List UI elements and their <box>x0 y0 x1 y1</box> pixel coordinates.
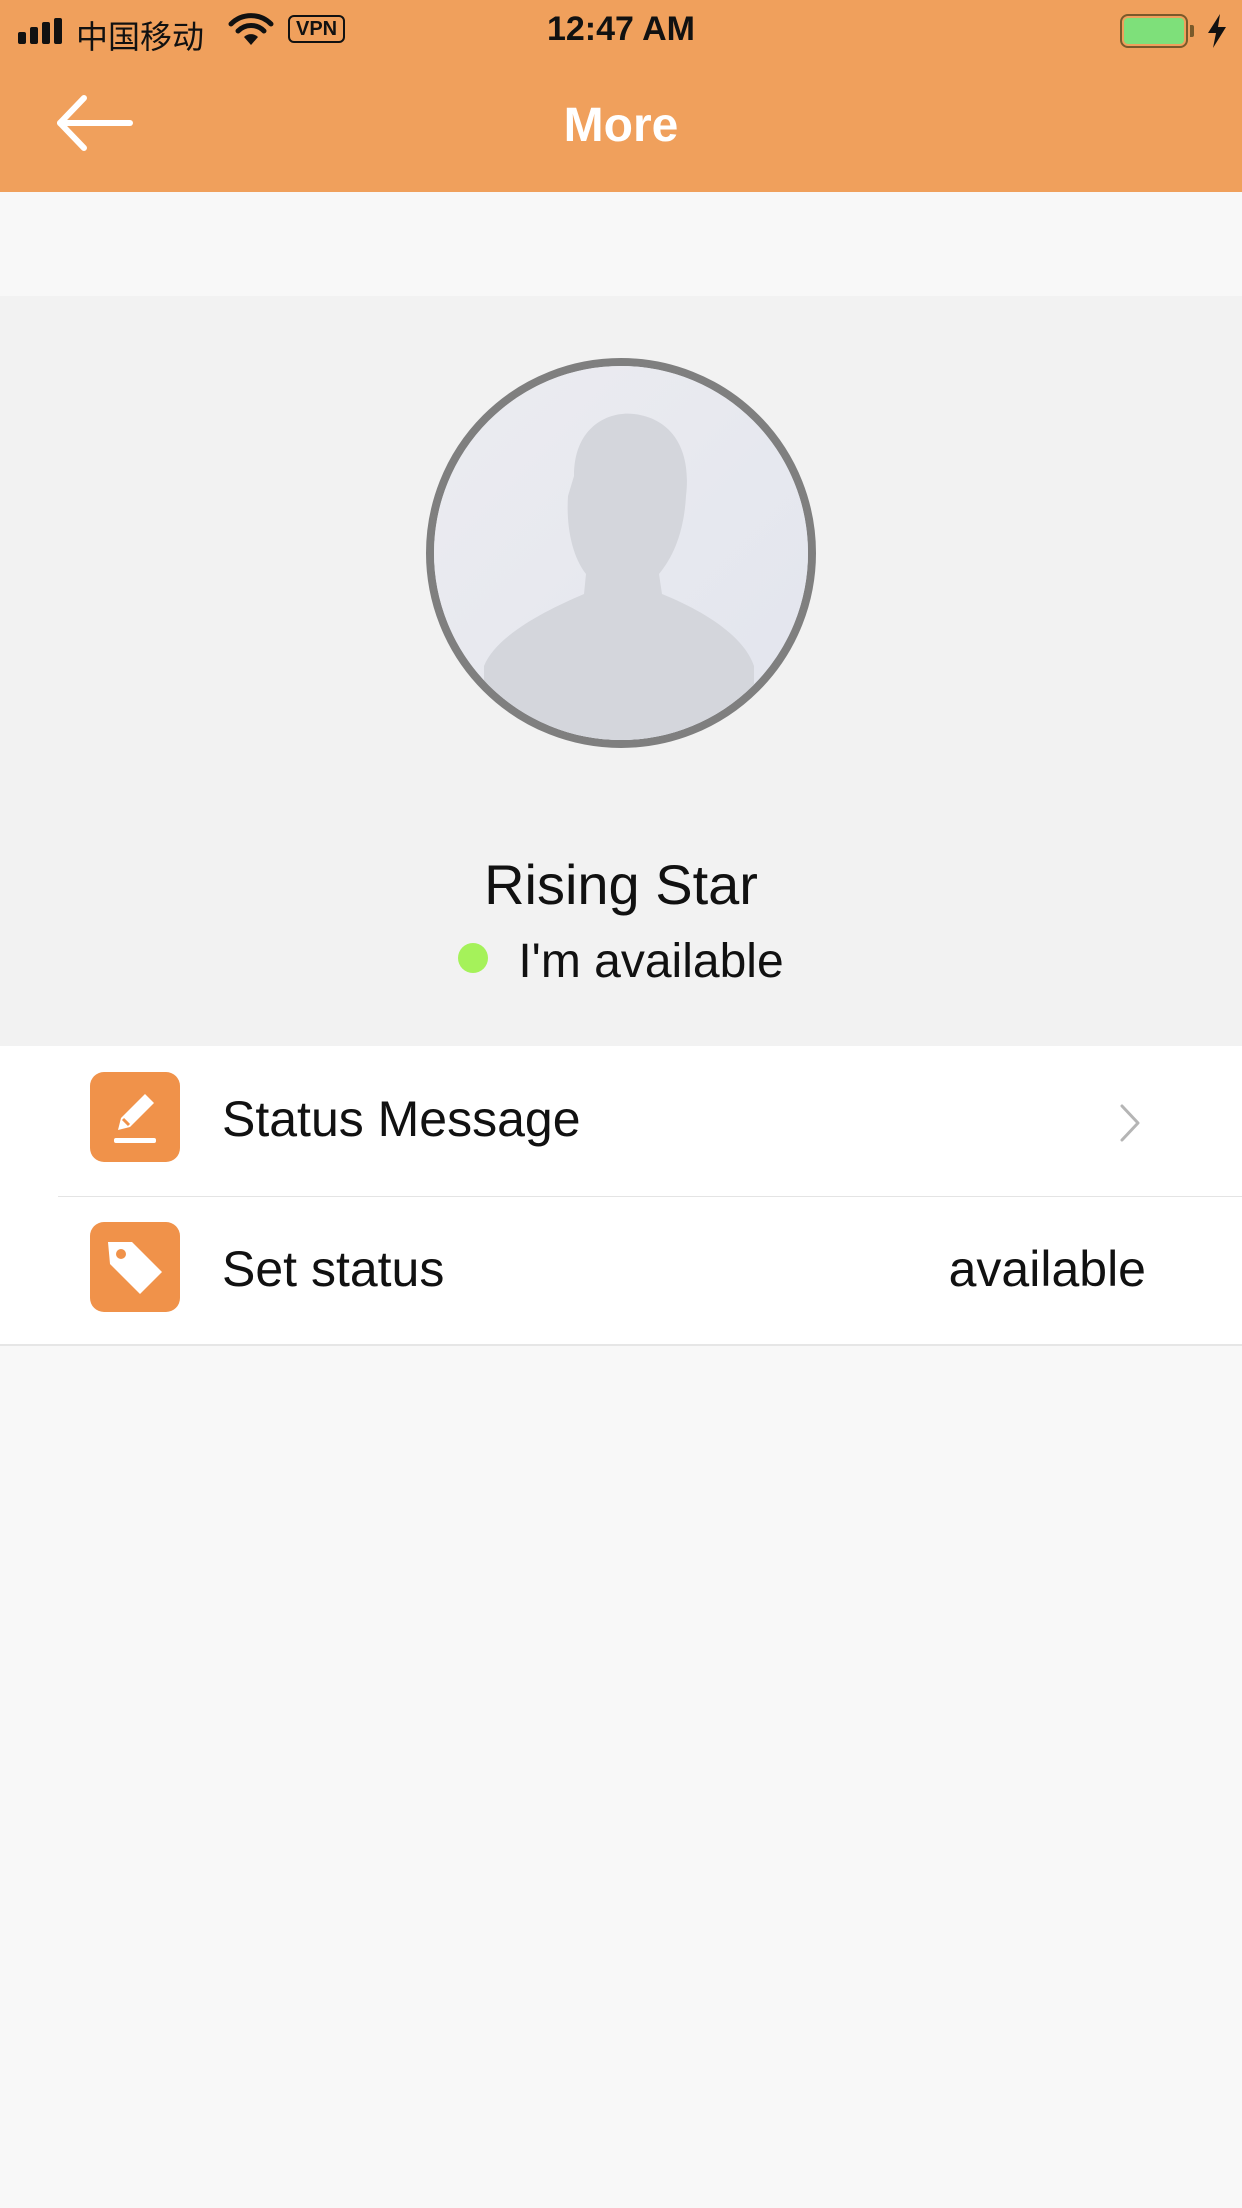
app-header: 中国移动 VPN 12:47 AM More <box>0 0 1242 192</box>
profile-name: Rising Star <box>484 853 758 916</box>
avatar[interactable] <box>426 358 816 748</box>
chevron-right-icon <box>1120 1104 1140 1142</box>
set-status-label: Set status <box>222 1241 445 1297</box>
screen: 中国移动 VPN 12:47 AM More Rising Star I'm a… <box>0 0 1242 2208</box>
status-message-label: Status Message <box>222 1091 581 1147</box>
charging-bolt-icon <box>1208 14 1226 48</box>
edit-pencil-icon <box>90 1072 180 1162</box>
page-title: More <box>563 99 679 152</box>
presence-status[interactable]: I'm available <box>0 934 1242 989</box>
nav-bar: More <box>0 62 1242 192</box>
battery-icon <box>1120 14 1194 48</box>
presence-text: I'm available <box>518 935 784 988</box>
presence-dot-icon <box>458 943 489 973</box>
default-avatar-silhouette <box>434 366 808 740</box>
tag-icon <box>90 1222 180 1312</box>
status-bar: 中国移动 VPN 12:47 AM <box>0 0 1242 62</box>
settings-list: Status Message Set status available <box>0 1046 1242 1346</box>
status-time: 12:47 AM <box>546 10 696 48</box>
set-status-row[interactable]: Set status available <box>0 1196 1242 1346</box>
set-status-value: available <box>948 1241 1146 1297</box>
profile-section: Rising Star I'm available <box>0 296 1242 1046</box>
status-message-row[interactable]: Status Message <box>0 1046 1242 1197</box>
